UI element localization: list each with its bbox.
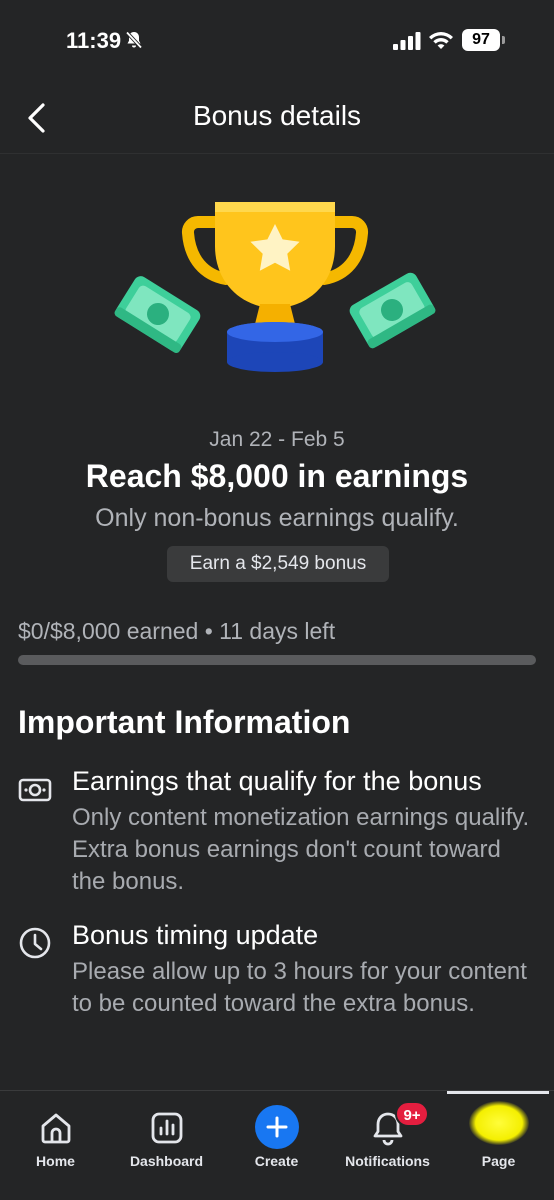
clock-icon — [19, 927, 51, 959]
signal-icon — [393, 32, 421, 50]
money-bill-icon — [114, 276, 201, 353]
status-time: 11:39 — [66, 28, 122, 53]
dashboard-icon — [151, 1112, 182, 1144]
progress-text: $0/$8,000 earned • 11 days left — [18, 618, 336, 644]
status-bar: 11:39 97 — [0, 0, 554, 84]
section-title: Important Information — [18, 704, 351, 740]
trophy-illustration — [114, 202, 436, 372]
page-title: Bonus details — [192, 100, 362, 131]
money-icon — [18, 778, 52, 802]
date-range: Jan 22 - Feb 5 — [209, 428, 345, 451]
info-heading: Earnings that qualify for the bonus — [72, 766, 482, 796]
info-body: Please allow up to 3 hours for your cont… — [72, 958, 527, 1017]
info-body: Only content monetization earnings quali… — [72, 804, 530, 895]
progress-bar — [18, 655, 536, 665]
wifi-icon — [429, 32, 453, 49]
info-item-earnings: Earnings that qualify for the bonus Only… — [18, 766, 538, 906]
battery-nub — [502, 36, 505, 44]
nav-label: Dashboard — [129, 1153, 204, 1169]
nav-item-dashboard[interactable]: Dashboard — [111, 1091, 222, 1200]
bell-off-icon — [125, 31, 143, 49]
info-item-timing: Bonus timing update Please allow up to 3… — [18, 920, 538, 1060]
header: Bonus details — [0, 84, 554, 154]
nav-label: Page — [481, 1153, 516, 1169]
bottom-nav: Home Dashboard Create 9+ Notifications P… — [0, 1090, 554, 1200]
nav-item-home[interactable]: Home — [0, 1091, 111, 1200]
nav-item-create[interactable]: Create — [221, 1091, 332, 1200]
battery-indicator: 97 — [462, 29, 500, 51]
page-avatar — [468, 1101, 529, 1145]
trophy-icon — [181, 202, 369, 372]
info-heading: Bonus timing update — [72, 920, 319, 950]
goal-title: Reach $8,000 in earnings — [85, 458, 469, 494]
plus-icon — [266, 1116, 287, 1138]
home-icon — [41, 1113, 70, 1144]
money-bill-icon — [349, 272, 436, 349]
nav-label: Notifications — [345, 1153, 430, 1169]
nav-label: Create — [254, 1153, 299, 1169]
nav-item-notifications[interactable]: 9+ Notifications — [332, 1091, 443, 1200]
bonus-amount-chip: Earn a $2,549 bonus — [167, 546, 389, 582]
nav-label: Home — [36, 1153, 75, 1169]
create-button[interactable] — [254, 1105, 299, 1149]
notification-badge: 9+ — [395, 1101, 429, 1127]
nav-item-page[interactable]: Page — [443, 1091, 554, 1200]
goal-subtitle: Only non-bonus earnings qualify. — [95, 504, 459, 532]
